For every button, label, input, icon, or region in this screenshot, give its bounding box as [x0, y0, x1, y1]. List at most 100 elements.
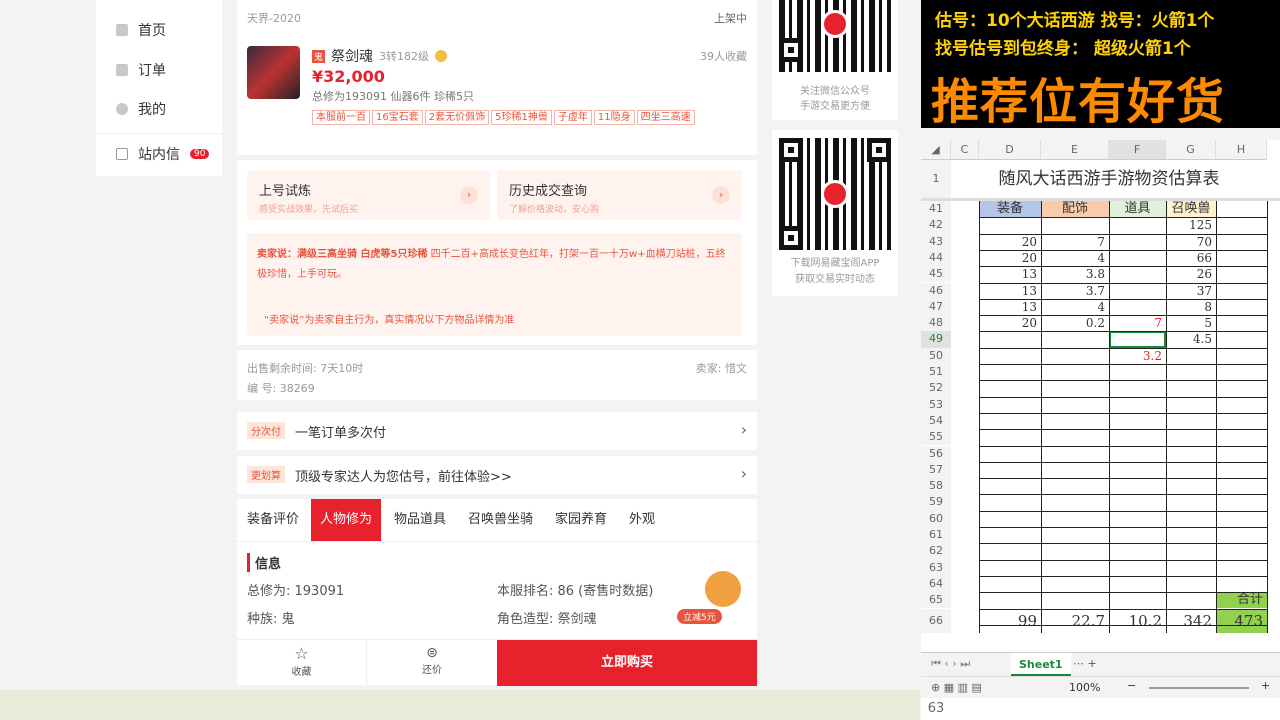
table-cell[interactable]: 3.7	[1041, 283, 1109, 299]
row-header[interactable]: 63	[921, 559, 951, 576]
row-header[interactable]: 51	[921, 364, 951, 381]
table-cell[interactable]: 4.5	[1166, 331, 1216, 347]
row-header[interactable]: 47	[921, 298, 951, 316]
bargain-button[interactable]: ⊜ 还价	[367, 640, 497, 686]
table-cell[interactable]: 3.2	[1109, 348, 1166, 364]
row-header[interactable]: 57	[921, 461, 951, 479]
column-header[interactable]: E	[1041, 140, 1109, 160]
table-cell[interactable]	[1109, 250, 1166, 266]
table-cell[interactable]	[1109, 266, 1166, 282]
tab-cultivation[interactable]: 人物修为	[311, 499, 382, 541]
tab-pets[interactable]: 召唤兽坐骑	[468, 499, 533, 541]
table-cell[interactable]	[1166, 348, 1216, 364]
table-cell[interactable]	[1041, 348, 1109, 364]
table-cell[interactable]	[979, 331, 1041, 347]
row-header[interactable]: 61	[921, 527, 951, 544]
table-cell[interactable]	[1109, 283, 1166, 299]
zoom-out-icon[interactable]: −	[1127, 679, 1136, 692]
table-cell[interactable]: 26	[1166, 266, 1216, 282]
table-cell[interactable]: 13	[979, 266, 1041, 282]
row-header[interactable]: 64	[921, 575, 951, 593]
row-header[interactable]: 60	[921, 510, 951, 527]
view-icons[interactable]: ⊕ ▦ ▥ ▤	[931, 681, 982, 694]
more-icon[interactable]: ⋯ +	[1073, 657, 1097, 670]
table-cell[interactable]: 8	[1166, 299, 1216, 315]
column-header[interactable]: F	[1109, 140, 1166, 160]
total-label[interactable]: 合计	[1216, 592, 1267, 609]
table-cell[interactable]	[1109, 299, 1166, 315]
row-header[interactable]: 49	[921, 331, 951, 348]
nav-item-orders[interactable]: 订单	[116, 60, 166, 80]
installment-row[interactable]: 分次付 一笔订单多次付 ›	[237, 412, 757, 450]
row-header[interactable]: 52	[921, 380, 951, 397]
row-header[interactable]: 50	[921, 347, 951, 364]
row-header[interactable]: 42	[921, 217, 951, 234]
info-icon[interactable]	[435, 50, 448, 62]
row-header[interactable]: 58	[921, 478, 951, 495]
row-header[interactable]: 1	[921, 160, 951, 198]
table-cell[interactable]	[1041, 217, 1109, 233]
table-header[interactable]: 召唤兽	[1166, 201, 1216, 218]
row-header[interactable]: 53	[921, 396, 951, 413]
row-header[interactable]: 62	[921, 543, 951, 560]
table-cell[interactable]: 20	[979, 234, 1041, 250]
table-header[interactable]: 配饰	[1041, 201, 1109, 218]
row-header[interactable]: 66	[921, 608, 951, 633]
total-cell[interactable]: 342	[1166, 609, 1216, 633]
table-cell[interactable]: 37	[1166, 283, 1216, 299]
sheet-tab[interactable]: Sheet1	[1011, 653, 1071, 676]
column-header[interactable]: D	[979, 140, 1041, 160]
corner-cell[interactable]: ◢	[921, 140, 951, 160]
table-cell[interactable]: 4	[1041, 250, 1109, 266]
row-header[interactable]: 65	[921, 592, 951, 609]
history-button[interactable]: 历史成交查询 了解价格波动，安心购 ›	[497, 170, 742, 220]
tab-equipment[interactable]: 装备评价	[247, 499, 299, 541]
table-cell[interactable]: 13	[979, 283, 1041, 299]
table-cell[interactable]: 0.2	[1041, 315, 1109, 331]
tab-appearance[interactable]: 外观	[629, 499, 655, 541]
row-header[interactable]: 54	[921, 412, 951, 430]
table-cell[interactable]: 7	[1109, 315, 1166, 331]
table-cell[interactable]	[1109, 234, 1166, 250]
table-cell[interactable]: 70	[1166, 234, 1216, 250]
listing-card[interactable]: 天界-2020 上架中 鬼 祭剑魂 3转182级 39人收藏 ¥32,000 总…	[237, 0, 757, 155]
table-cell[interactable]: 20	[979, 315, 1041, 331]
table-header[interactable]: 道具	[1109, 201, 1166, 218]
trial-button[interactable]: 上号试炼 感受实战效果，先试后买 ›	[247, 170, 490, 220]
row-header[interactable]: 55	[921, 429, 951, 446]
tab-items[interactable]: 物品道具	[394, 499, 446, 541]
row-header[interactable]: 59	[921, 494, 951, 511]
favorite-button[interactable]: ☆ 收藏	[237, 640, 367, 686]
table-cell[interactable]: 5	[1166, 315, 1216, 331]
row-header[interactable]: 45	[921, 266, 951, 283]
promo-badge[interactable]: 立减5元	[677, 609, 722, 624]
table-cell[interactable]: 20	[979, 250, 1041, 266]
buy-now-button[interactable]: 立即购买	[497, 640, 757, 686]
zoom-level[interactable]: 100%	[1069, 681, 1100, 694]
row-header[interactable]: 43	[921, 233, 951, 250]
table-cell[interactable]	[979, 348, 1041, 364]
table-cell[interactable]	[1041, 331, 1109, 347]
row-header[interactable]: 46	[921, 282, 951, 299]
total-cell[interactable]: 473	[1216, 608, 1267, 633]
nav-item-mine[interactable]: 我的	[116, 99, 166, 119]
row-header[interactable]: 44	[921, 249, 951, 267]
tab-home[interactable]: 家园养育	[555, 499, 607, 541]
column-header[interactable]: C	[951, 140, 979, 160]
table-cell[interactable]: 7	[1041, 234, 1109, 250]
row-header[interactable]: 48	[921, 315, 951, 332]
table-cell[interactable]: 13	[979, 299, 1041, 315]
table-cell[interactable]: 125	[1166, 217, 1216, 233]
total-cell[interactable]: 99	[979, 609, 1041, 633]
zoom-slider[interactable]	[1149, 687, 1249, 689]
table-cell[interactable]	[1109, 331, 1166, 348]
table-cell[interactable]	[1109, 217, 1166, 233]
total-cell[interactable]: 22.7	[1041, 609, 1109, 633]
table-cell[interactable]: 4	[1041, 299, 1109, 315]
zoom-in-icon[interactable]: +	[1261, 679, 1270, 692]
table-header[interactable]: 装备	[979, 201, 1041, 218]
nav-item-inbox[interactable]: 站内信 90	[116, 144, 210, 164]
seller-name[interactable]: 卖家: 惜文	[696, 360, 747, 376]
appraisal-row[interactable]: 更划算 顶级专家达人为您估号，前往体验>> ›	[237, 456, 757, 494]
table-cell[interactable]	[979, 217, 1041, 233]
